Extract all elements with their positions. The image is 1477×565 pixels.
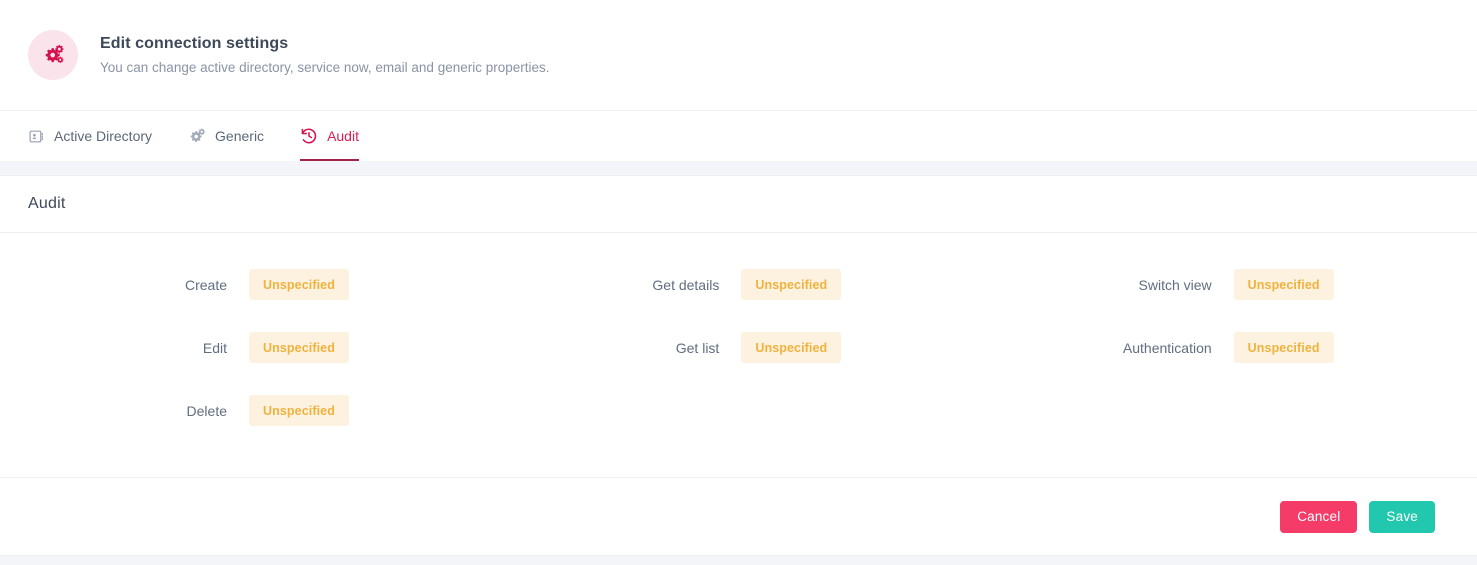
- status-badge[interactable]: Unspecified: [1233, 332, 1334, 363]
- audit-column-1: Create Unspecified Edit Unspecified Dele…: [0, 253, 492, 442]
- audit-card: Audit Create Unspecified Edit Unspecifie…: [0, 175, 1477, 556]
- field-label: Switch view: [1138, 276, 1212, 293]
- section-spacer: [0, 161, 1477, 175]
- audit-column-3: Switch view Unspecified Authentication U…: [985, 253, 1477, 442]
- field-row-create: Create Unspecified: [0, 253, 492, 316]
- tab-label: Audit: [327, 128, 359, 144]
- field-row-edit: Edit Unspecified: [0, 316, 492, 379]
- save-button[interactable]: Save: [1369, 500, 1435, 533]
- gears-icon: [188, 127, 206, 145]
- tab-label: Generic: [215, 128, 265, 144]
- page-subtitle: You can change active directory, service…: [100, 59, 550, 75]
- audit-card-title: Audit: [28, 195, 66, 212]
- field-row-switch-view: Switch view Unspecified: [985, 253, 1477, 316]
- tab-bar: Active Directory Generic Audit: [0, 111, 1477, 161]
- tab-label: Active Directory: [54, 128, 153, 144]
- field-label: Edit: [202, 339, 227, 356]
- field-label: Create: [184, 276, 227, 293]
- tab-active-directory[interactable]: Active Directory: [28, 111, 166, 161]
- status-badge[interactable]: Unspecified: [249, 395, 349, 426]
- audit-fields-area: Create Unspecified Edit Unspecified Dele…: [0, 233, 1477, 477]
- field-row-get-list: Get list Unspecified: [492, 316, 984, 379]
- field-row-authentication: Authentication Unspecified: [985, 316, 1477, 379]
- tab-generic[interactable]: Generic: [188, 111, 278, 161]
- status-badge[interactable]: Unspecified: [249, 269, 349, 300]
- page-title: Edit connection settings: [100, 34, 289, 52]
- audit-column-2: Get details Unspecified Get list Unspeci…: [492, 253, 984, 442]
- status-badge[interactable]: Unspecified: [741, 269, 842, 300]
- audit-grid: Create Unspecified Edit Unspecified Dele…: [0, 253, 1477, 442]
- page-header: Edit connection settings You can change …: [0, 0, 1477, 111]
- field-row-delete: Delete Unspecified: [0, 379, 492, 442]
- gears-icon: [28, 30, 78, 80]
- cancel-button[interactable]: Cancel: [1280, 500, 1358, 533]
- status-badge[interactable]: Unspecified: [249, 332, 349, 363]
- history-icon: [300, 127, 318, 145]
- id-card-icon: [28, 128, 45, 145]
- field-label: Get details: [652, 276, 720, 293]
- status-badge[interactable]: Unspecified: [1233, 269, 1334, 300]
- field-label: Get list: [675, 339, 720, 356]
- audit-card-header: Audit: [0, 176, 1477, 233]
- field-label: Delete: [186, 402, 227, 419]
- tab-audit[interactable]: Audit: [300, 111, 373, 161]
- form-footer: Cancel Save: [0, 477, 1477, 555]
- field-row-get-details: Get details Unspecified: [492, 253, 984, 316]
- field-label: Authentication: [1122, 339, 1212, 356]
- status-badge[interactable]: Unspecified: [741, 332, 842, 363]
